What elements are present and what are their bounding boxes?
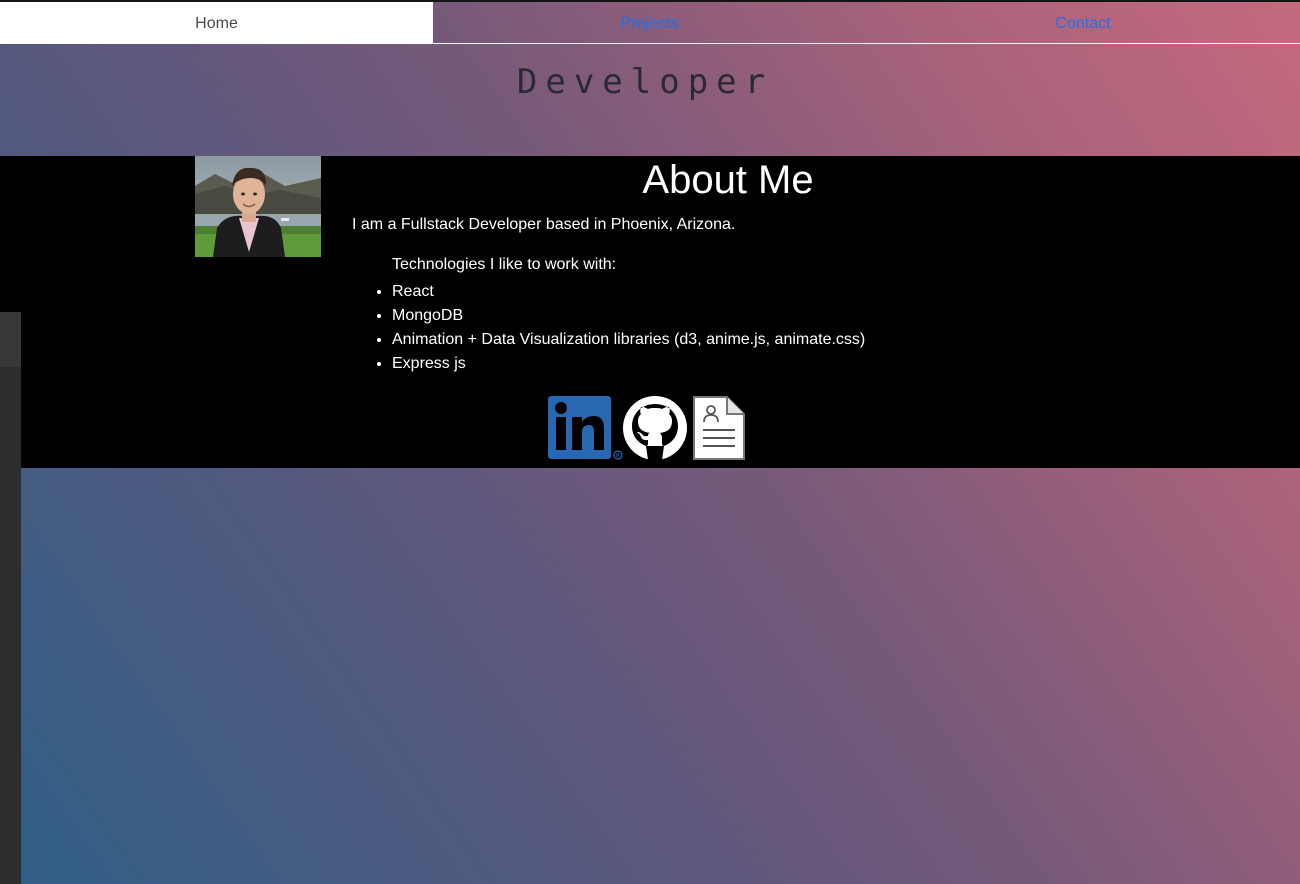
main-nav: Home Projects Contact: [0, 2, 1300, 44]
nav-tab-contact[interactable]: Contact: [866, 2, 1300, 43]
github-icon[interactable]: [622, 396, 688, 465]
intro-text: I am a Fullstack Developer based in Phoe…: [352, 216, 736, 233]
tech-list: React MongoDB Animation + Data Visualiza…: [352, 280, 865, 376]
list-item: Express js: [392, 352, 865, 376]
nav-tab-home[interactable]: Home: [0, 2, 433, 43]
left-side-strip-top: [0, 312, 21, 367]
tech-label: Technologies I like to work with:: [392, 256, 617, 273]
profile-photo: [195, 156, 321, 257]
list-item: MongoDB: [392, 304, 865, 328]
list-item: Animation + Data Visualization libraries…: [392, 328, 865, 352]
resume-icon[interactable]: [693, 396, 747, 465]
left-side-strip: [0, 312, 21, 884]
linkedin-icon[interactable]: R: [547, 396, 625, 467]
site-title: Developer: [516, 62, 774, 102]
svg-text:R: R: [616, 453, 620, 460]
nav-tab-projects[interactable]: Projects: [433, 2, 866, 43]
about-heading: About Me: [642, 158, 814, 202]
list-item: React: [392, 280, 865, 304]
